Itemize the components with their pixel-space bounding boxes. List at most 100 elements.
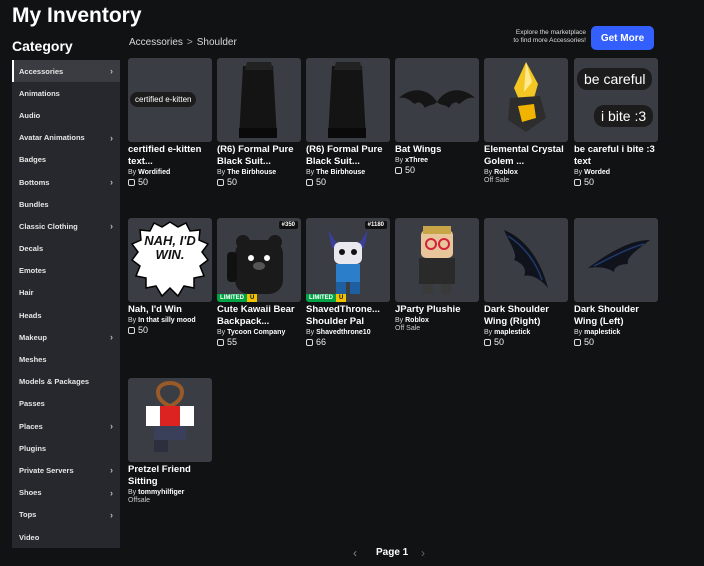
sidebar-item-plugins[interactable]: Plugins: [12, 437, 120, 459]
sidebar-item-passes[interactable]: Passes: [12, 393, 120, 415]
item-card[interactable]: Bat Wings By xThree 50: [395, 58, 479, 175]
sidebar-item-label: Shoes: [19, 488, 42, 498]
item-thumbnail[interactable]: [306, 58, 390, 142]
item-card[interactable]: NAH, I'D WIN. Nah, I'd Win By In that sill…: [128, 218, 212, 335]
item-thumbnail[interactable]: [484, 218, 568, 302]
item-card[interactable]: Pretzel Friend Sitting By tommyhilfiger Of…: [128, 378, 212, 504]
item-thumbnail[interactable]: #1180 LIMITED U: [306, 218, 390, 302]
item-name[interactable]: JParty Plushie: [395, 304, 479, 316]
robux-icon: [128, 326, 135, 334]
sidebar-item-emotes[interactable]: Emotes: [12, 260, 120, 282]
item-creator: By Shavedthrone10: [306, 329, 390, 336]
item-card[interactable]: JParty Plushie By Roblox Off Sale: [395, 218, 479, 332]
item-name[interactable]: be careful i bite :3 text: [574, 144, 658, 168]
creator-link[interactable]: The Birbhouse: [316, 169, 365, 176]
sidebar-item-makeup[interactable]: Makeup ›: [12, 326, 120, 348]
sidebar-item-animations[interactable]: Animations: [12, 82, 120, 104]
sidebar-item-shoes[interactable]: Shoes ›: [12, 482, 120, 504]
creator-link[interactable]: Roblox: [494, 169, 518, 176]
sidebar-item-avatar-animations[interactable]: Avatar Animations ›: [12, 127, 120, 149]
item-name[interactable]: Cute Kawaii Bear Backpack...: [217, 304, 301, 328]
chevron-right-icon: ›: [110, 421, 113, 432]
item-name[interactable]: (R6) Formal Pure Black Suit...: [306, 144, 390, 168]
item-card[interactable]: Dark Shoulder Wing (Right) By maplestick 5…: [484, 218, 568, 347]
by-label: By: [128, 169, 137, 176]
get-more-button[interactable]: Get More: [591, 26, 654, 50]
creator-link[interactable]: Tycoon Company: [227, 329, 285, 336]
creator-link[interactable]: maplestick: [584, 329, 620, 336]
item-thumbnail[interactable]: certified e-kitten: [128, 58, 212, 142]
item-name[interactable]: Nah, I'd Win: [128, 304, 212, 316]
sidebar-item-classic-clothing[interactable]: Classic Clothing ›: [12, 215, 120, 237]
sidebar-item-badges[interactable]: Badges: [12, 149, 120, 171]
sidebar-item-tops[interactable]: Tops ›: [12, 504, 120, 526]
shoulder-pal-image: [328, 230, 368, 294]
next-page-button[interactable]: ›: [421, 546, 425, 560]
sidebar-item-hair[interactable]: Hair: [12, 282, 120, 304]
category-heading: Category: [12, 38, 73, 54]
item-price: 50: [574, 337, 658, 347]
item-name[interactable]: Bat Wings: [395, 144, 479, 156]
by-label: By: [395, 317, 404, 324]
sidebar-item-places[interactable]: Places ›: [12, 415, 120, 437]
price-value: 55: [227, 337, 238, 347]
sidebar-item-audio[interactable]: Audio: [12, 104, 120, 126]
item-thumbnail[interactable]: NAH, I'D WIN.: [128, 218, 212, 302]
breadcrumb-root-link[interactable]: Accessories: [129, 37, 183, 48]
sidebar-item-private-servers[interactable]: Private Servers ›: [12, 459, 120, 481]
creator-link[interactable]: maplestick: [494, 329, 530, 336]
creator-link[interactable]: Worded: [584, 169, 610, 176]
creator-link[interactable]: Roblox: [405, 317, 429, 324]
item-card[interactable]: Dark Shoulder Wing (Left) By maplestick 50: [574, 218, 658, 347]
creator-link[interactable]: Wordified: [138, 169, 170, 176]
item-name[interactable]: certified e-kitten text...: [128, 144, 212, 168]
item-thumbnail[interactable]: [484, 58, 568, 142]
item-card[interactable]: (R6) Formal Pure Black Suit... By The Bir…: [306, 58, 390, 187]
item-price: 50: [217, 177, 301, 187]
item-thumbnail[interactable]: #350 LIMITED U: [217, 218, 301, 302]
item-card[interactable]: #350 LIMITED U Cute Kawaii Bear Backpack...…: [217, 218, 301, 347]
chevron-right-icon: ›: [110, 221, 113, 232]
item-card[interactable]: certified e-kitten certified e-kitten tex…: [128, 58, 212, 187]
item-name[interactable]: ShavedThrone... Shoulder Pal: [306, 304, 390, 328]
item-thumbnail[interactable]: be careful i bite :3: [574, 58, 658, 142]
sidebar-item-models-packages[interactable]: Models & Packages: [12, 371, 120, 393]
sidebar-item-heads[interactable]: Heads: [12, 304, 120, 326]
item-thumbnail[interactable]: [128, 378, 212, 462]
item-name[interactable]: Dark Shoulder Wing (Right): [484, 304, 568, 328]
sidebar-item-bottoms[interactable]: Bottoms ›: [12, 171, 120, 193]
creator-link[interactable]: The Birbhouse: [227, 169, 276, 176]
item-name[interactable]: Pretzel Friend Sitting: [128, 464, 212, 488]
creator-link[interactable]: Shavedthrone10: [316, 329, 370, 336]
sidebar-item-label: Passes: [19, 399, 45, 409]
item-name[interactable]: Elemental Crystal Golem ...: [484, 144, 568, 168]
by-label: By: [128, 489, 137, 496]
item-card[interactable]: Elemental Crystal Golem ... By Roblox Off …: [484, 58, 568, 184]
chevron-right-icon: ›: [110, 509, 113, 520]
item-name[interactable]: (R6) Formal Pure Black Suit...: [217, 144, 301, 168]
sidebar-item-bundles[interactable]: Bundles: [12, 193, 120, 215]
item-card[interactable]: (R6) Formal Pure Black Suit... By The Bir…: [217, 58, 301, 187]
item-thumbnail[interactable]: [574, 218, 658, 302]
offsale-label: Offsale: [128, 497, 151, 504]
item-thumbnail[interactable]: [217, 58, 301, 142]
black-suit-image: [328, 62, 366, 138]
chevron-right-icon: ›: [110, 487, 113, 498]
price-value: 50: [584, 177, 595, 187]
sidebar-item-meshes[interactable]: Meshes: [12, 348, 120, 370]
item-name[interactable]: Dark Shoulder Wing (Left): [574, 304, 658, 328]
item-card[interactable]: #1180 LIMITED U ShavedThrone... Shoulder Pa…: [306, 218, 390, 347]
prev-page-button[interactable]: ‹: [353, 546, 357, 560]
creator-link[interactable]: In that silly mood: [138, 317, 196, 324]
sidebar-item-decals[interactable]: Decals: [12, 238, 120, 260]
sidebar-item-video[interactable]: Video: [12, 526, 120, 548]
creator-link[interactable]: tommyhilfiger: [138, 489, 184, 496]
item-thumbnail[interactable]: [395, 218, 479, 302]
item-card[interactable]: be careful i bite :3 be careful i bite :3 …: [574, 58, 658, 187]
sidebar-item-label: Accessories: [19, 66, 64, 76]
text-bubble: i bite :3: [594, 105, 654, 127]
creator-link[interactable]: xThree: [405, 157, 428, 164]
sidebar-item-accessories[interactable]: Accessories ›: [12, 60, 120, 83]
by-label: By: [217, 329, 226, 336]
item-thumbnail[interactable]: [395, 58, 479, 142]
